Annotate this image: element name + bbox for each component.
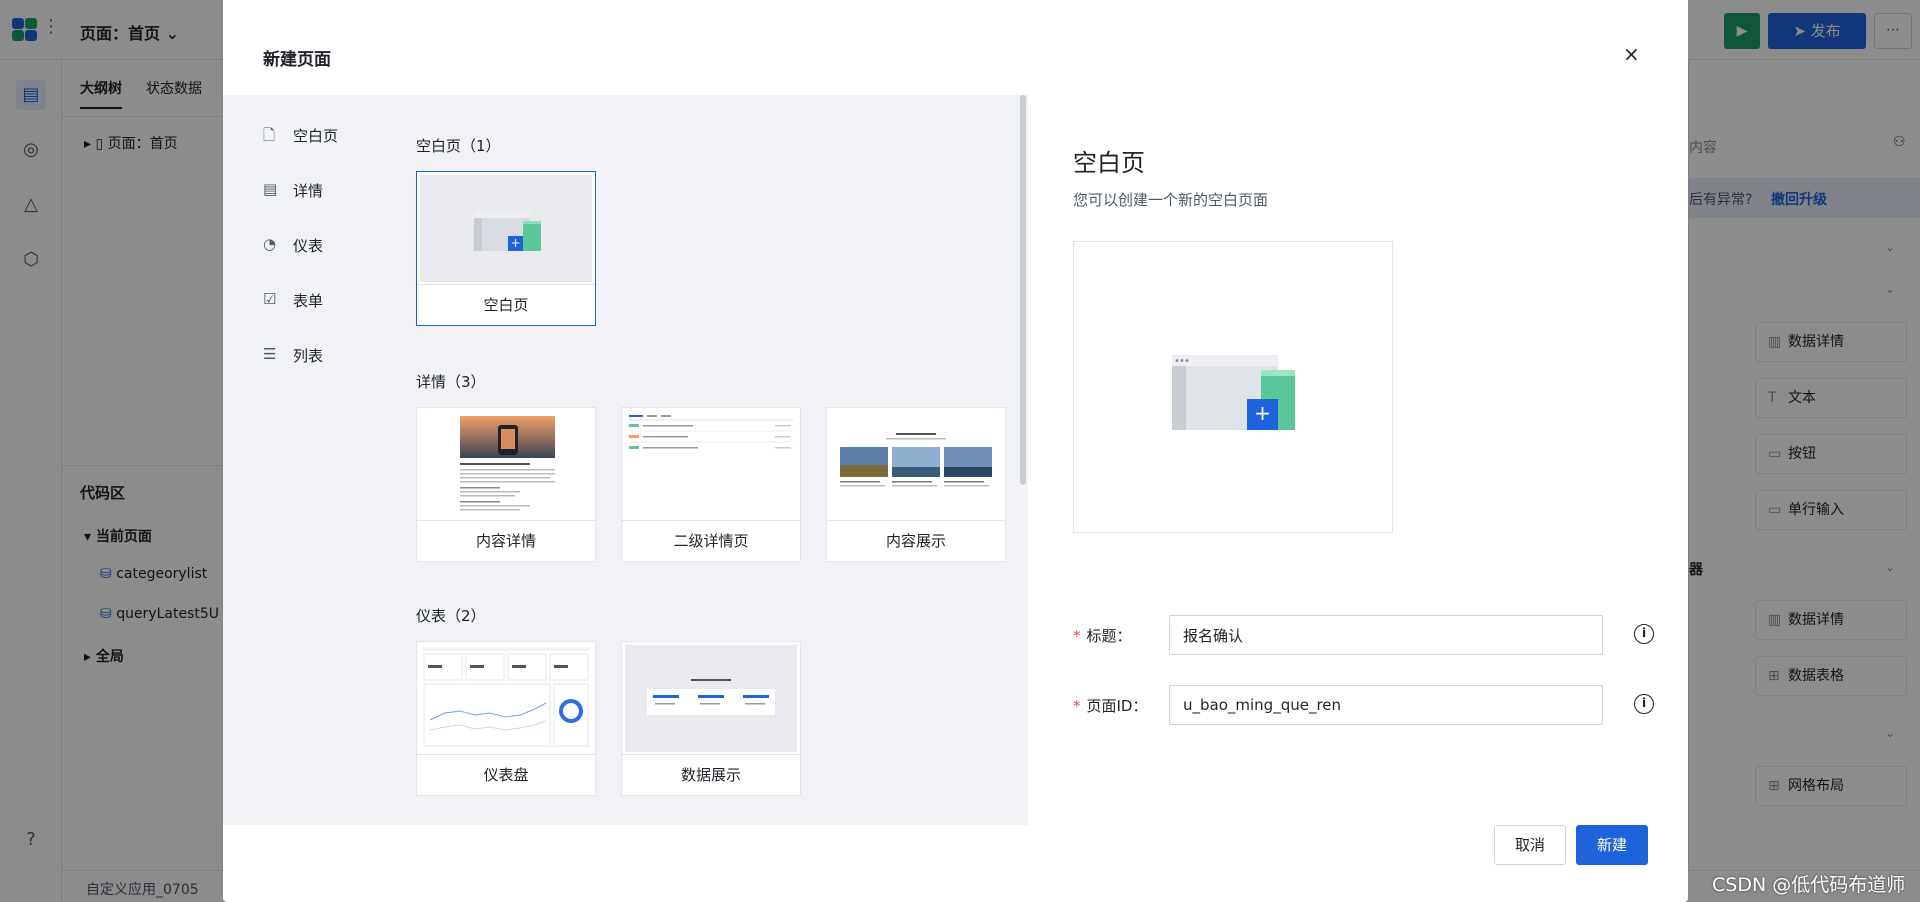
template-card-content-detail[interactable]: 内容详情: [416, 407, 596, 562]
cancel-button[interactable]: 取消: [1494, 825, 1566, 865]
template-card-secondary-detail[interactable]: 二级详情页: [621, 407, 801, 562]
gauge-icon: ◔: [263, 235, 277, 253]
template-card-dashboard[interactable]: 仪表盘: [416, 641, 596, 796]
title-field-label: * 标题：: [1073, 627, 1132, 645]
page-id-field-label: * 页面ID：: [1073, 697, 1148, 715]
category-list[interactable]: ☰ 列表: [263, 345, 338, 400]
group-title-dashboard: 仪表（2）: [416, 607, 486, 625]
category-label: 空白页: [293, 127, 339, 145]
template-thumbnail: [625, 645, 797, 752]
close-icon[interactable]: ×: [1623, 42, 1640, 66]
svg-text:+: +: [1254, 401, 1271, 425]
template-caption: 内容详情: [417, 520, 595, 561]
template-caption: 内容展示: [827, 520, 1005, 561]
template-caption: 数据展示: [622, 754, 800, 795]
preview-title: 空白页: [1073, 149, 1145, 177]
watermark: CSDN @低代码布道师: [1712, 874, 1906, 896]
category-nav: 🗋 空白页 ▤ 详情 ◔ 仪表 ☑ 表单 ☰ 列表: [263, 125, 338, 400]
checkbox-icon: ☑: [263, 290, 277, 308]
file-icon: 🗋: [263, 126, 276, 144]
category-label: 表单: [293, 292, 324, 310]
category-detail[interactable]: ▤ 详情: [263, 180, 338, 235]
template-caption: 仪表盘: [417, 754, 595, 795]
template-thumbnail: [625, 411, 797, 518]
template-card-data-display[interactable]: 数据展示: [621, 641, 801, 796]
template-card-content-display[interactable]: 内容展示: [826, 407, 1006, 562]
template-thumbnail: [420, 411, 592, 518]
dialog-title: 新建页面: [263, 50, 331, 70]
category-label: 列表: [293, 347, 324, 365]
page-id-input[interactable]: [1169, 685, 1603, 725]
template-card-blank[interactable]: + 空白页: [416, 171, 596, 326]
category-form[interactable]: ☑ 表单: [263, 290, 338, 345]
template-thumbnail: +: [420, 175, 592, 282]
category-label: 详情: [293, 182, 324, 200]
create-button[interactable]: 新建: [1576, 825, 1648, 865]
list-icon: ☰: [263, 345, 277, 363]
title-input[interactable]: [1169, 615, 1603, 655]
info-icon[interactable]: i: [1634, 694, 1654, 714]
preview-image: +: [1073, 241, 1393, 533]
preview-panel: 空白页 您可以创建一个新的空白页面 + *标题： i *页面ID： i: [1028, 95, 1688, 825]
category-blank[interactable]: 🗋 空白页: [263, 125, 338, 180]
page-id-field-row: *页面ID： i: [1073, 685, 1673, 725]
detail-icon: ▤: [263, 180, 278, 198]
category-dashboard[interactable]: ◔ 仪表: [263, 235, 338, 290]
template-caption: 二级详情页: [622, 520, 800, 561]
info-icon[interactable]: i: [1634, 624, 1654, 644]
group-title-detail: 详情（3）: [416, 373, 486, 391]
template-thumbnail: [830, 411, 1002, 518]
template-thumbnail: [420, 645, 592, 752]
new-page-dialog: 新建页面 × 🗋 空白页 ▤ 详情 ◔ 仪表 ☑ 表单 ☰ 列表 空白页（1）: [223, 0, 1688, 902]
title-field-row: *标题： i: [1073, 615, 1673, 655]
template-browser: 🗋 空白页 ▤ 详情 ◔ 仪表 ☑ 表单 ☰ 列表 空白页（1） + 空白页 详…: [223, 95, 1028, 825]
group-title-blank: 空白页（1）: [416, 137, 501, 155]
template-caption: 空白页: [417, 284, 595, 325]
svg-text:+: +: [510, 236, 520, 250]
category-label: 仪表: [293, 237, 324, 255]
template-scrollbar[interactable]: [1020, 95, 1026, 485]
dialog-header: 新建页面 ×: [223, 0, 1688, 95]
preview-description: 您可以创建一个新的空白页面: [1073, 191, 1269, 209]
